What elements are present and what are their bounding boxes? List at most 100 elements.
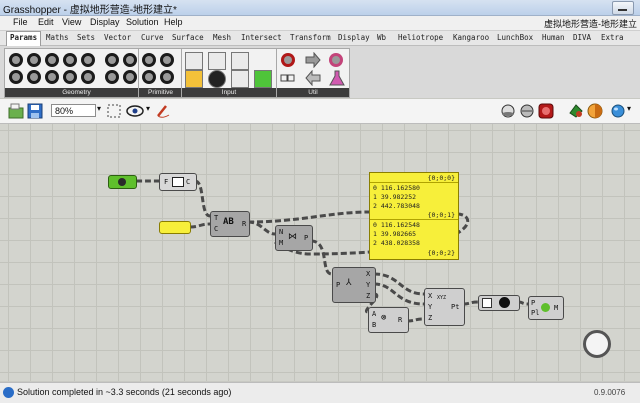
- arrow-left-icon[interactable]: [305, 69, 321, 87]
- port-m: M: [554, 304, 559, 312]
- canvas-toolbar: 80% ▾ ▾ ▾: [0, 99, 640, 124]
- tab-transform[interactable]: Transform: [290, 33, 331, 42]
- tab-extra[interactable]: Extra: [601, 33, 624, 42]
- tab-vector[interactable]: Vector: [104, 33, 131, 42]
- node-file-path[interactable]: F C: [159, 173, 197, 191]
- tab-diva[interactable]: DIVA: [573, 33, 591, 42]
- tab-lunchbox[interactable]: LunchBox: [497, 33, 533, 42]
- menu-file[interactable]: File: [13, 17, 28, 27]
- node-flatten[interactable]: [478, 295, 520, 311]
- wire-cull-to-decompose: [310, 239, 333, 276]
- menu-help[interactable]: Help: [164, 17, 183, 27]
- port-r: R: [242, 220, 247, 228]
- tab-mesh[interactable]: Mesh: [213, 33, 231, 42]
- panel-geometry: Geometry: [4, 48, 149, 98]
- circle-param-icon[interactable]: [45, 53, 59, 67]
- point-param-icon[interactable]: [63, 70, 77, 84]
- globe-icon[interactable]: [610, 103, 626, 121]
- node-mesh[interactable]: P Pl M: [528, 296, 564, 320]
- brep-param-icon[interactable]: [27, 53, 41, 67]
- port-p: P: [336, 281, 341, 289]
- rectangle-param-icon[interactable]: [81, 70, 95, 84]
- menu-view[interactable]: View: [62, 17, 81, 27]
- tab-sets[interactable]: Sets: [77, 33, 95, 42]
- tab-intersect[interactable]: Intersect: [241, 33, 282, 42]
- tab-maths[interactable]: Maths: [46, 33, 69, 42]
- tab-params[interactable]: Params: [6, 31, 42, 46]
- line-param-icon[interactable]: [9, 70, 23, 84]
- node-cull[interactable]: N M ⋈ P: [275, 225, 313, 251]
- tab-human[interactable]: Human: [542, 33, 565, 42]
- node-decompose[interactable]: P ⅄ X Y Z: [332, 267, 376, 303]
- menu-edit[interactable]: Edit: [38, 17, 54, 27]
- save-icon[interactable]: [27, 103, 43, 121]
- port-b: B: [372, 321, 377, 329]
- tab-heliotrope[interactable]: Heliotrope: [398, 33, 443, 42]
- cherries-icon[interactable]: [281, 53, 295, 67]
- sketch-pen-icon[interactable]: [155, 103, 171, 121]
- swatch-icon[interactable]: [254, 70, 272, 88]
- number-param-icon[interactable]: [160, 70, 174, 84]
- node-construct-point[interactable]: X Y Z XYZ Pt: [424, 288, 465, 326]
- tab-kangaroo[interactable]: Kangaroo: [453, 33, 489, 42]
- preview-shaded-icon[interactable]: [519, 103, 535, 121]
- group-param-icon[interactable]: [123, 53, 137, 67]
- box-param-icon[interactable]: [9, 53, 23, 67]
- preview-chevron-down-icon[interactable]: ▾: [146, 104, 150, 113]
- component-ribbon: Geometry Primitive Input Util: [0, 46, 640, 98]
- tab-surface[interactable]: Surface: [172, 33, 204, 42]
- panel-row: 0 116.162548: [373, 221, 420, 229]
- menu-display[interactable]: Display: [90, 17, 120, 27]
- vector-param-icon[interactable]: [123, 70, 137, 84]
- geometry-param-icon[interactable]: [105, 53, 119, 67]
- preview-selected-icon[interactable]: [538, 103, 554, 121]
- zoom-extents-icon[interactable]: [106, 103, 122, 121]
- globe-chevron-down-icon[interactable]: ▾: [627, 104, 631, 113]
- random-dice-param[interactable]: [108, 175, 137, 189]
- integer-param-icon[interactable]: [142, 70, 156, 84]
- mesh-param-icon[interactable]: [27, 70, 41, 84]
- chain-icon[interactable]: [280, 70, 296, 86]
- tab-curve[interactable]: Curve: [141, 33, 164, 42]
- node-read-file[interactable]: T C AB R: [210, 211, 250, 237]
- node-multiply[interactable]: A B ⊗ R: [368, 307, 409, 333]
- tab-wb[interactable]: Wb: [377, 33, 386, 42]
- port-y: Y: [428, 303, 433, 311]
- plane-param-icon[interactable]: [45, 70, 59, 84]
- color-sphere-icon[interactable]: [587, 103, 603, 121]
- data-panel[interactable]: {0;0;0} 0 116.162580 1 39.982252 2 442.7…: [369, 172, 459, 260]
- canvas-navigator[interactable]: [583, 330, 611, 358]
- panel-row: 1 39.982665: [373, 230, 417, 238]
- tab-display[interactable]: Display: [338, 33, 370, 42]
- button-icon[interactable]: [208, 70, 226, 88]
- surface-param-icon[interactable]: [105, 70, 119, 84]
- menu-solution[interactable]: Solution: [126, 17, 159, 27]
- import-icon[interactable]: [185, 52, 203, 70]
- curve-param-icon[interactable]: [81, 53, 95, 67]
- text-ab-icon: AB: [223, 217, 234, 227]
- grasshopper-canvas[interactable]: F C T C AB R N M ⋈ P {0;0;0} 0 116.16258…: [0, 124, 640, 381]
- zoom-chevron-down-icon[interactable]: ▾: [97, 104, 101, 113]
- minimize-button[interactable]: [612, 1, 634, 15]
- wire-pt-to-flatten: [462, 300, 479, 306]
- mesh-icon: [541, 303, 550, 312]
- gradient-icon[interactable]: [185, 70, 203, 88]
- wire-read-to-panel: [247, 210, 370, 224]
- open-file-icon[interactable]: [8, 103, 24, 121]
- wire-read-to-cull: [247, 220, 276, 236]
- bake-icon[interactable]: [568, 103, 584, 121]
- preview-wireframe-icon[interactable]: [500, 103, 516, 121]
- wire-yellow-to-read: [189, 222, 211, 229]
- boolean-param-icon[interactable]: [142, 53, 156, 67]
- preview-eye-icon[interactable]: [126, 103, 144, 121]
- panel-icon[interactable]: [231, 70, 249, 88]
- colour-param-icon[interactable]: [160, 53, 174, 67]
- flask-icon[interactable]: [329, 70, 345, 86]
- number-panel-param[interactable]: [159, 221, 191, 234]
- zoom-dropdown[interactable]: 80%: [51, 104, 96, 117]
- arc-param-icon[interactable]: [63, 53, 77, 67]
- arrow-right-icon[interactable]: [305, 51, 321, 69]
- galapagos-icon[interactable]: [329, 53, 343, 67]
- slider-icon[interactable]: [231, 52, 249, 70]
- toggle-icon[interactable]: [208, 52, 226, 70]
